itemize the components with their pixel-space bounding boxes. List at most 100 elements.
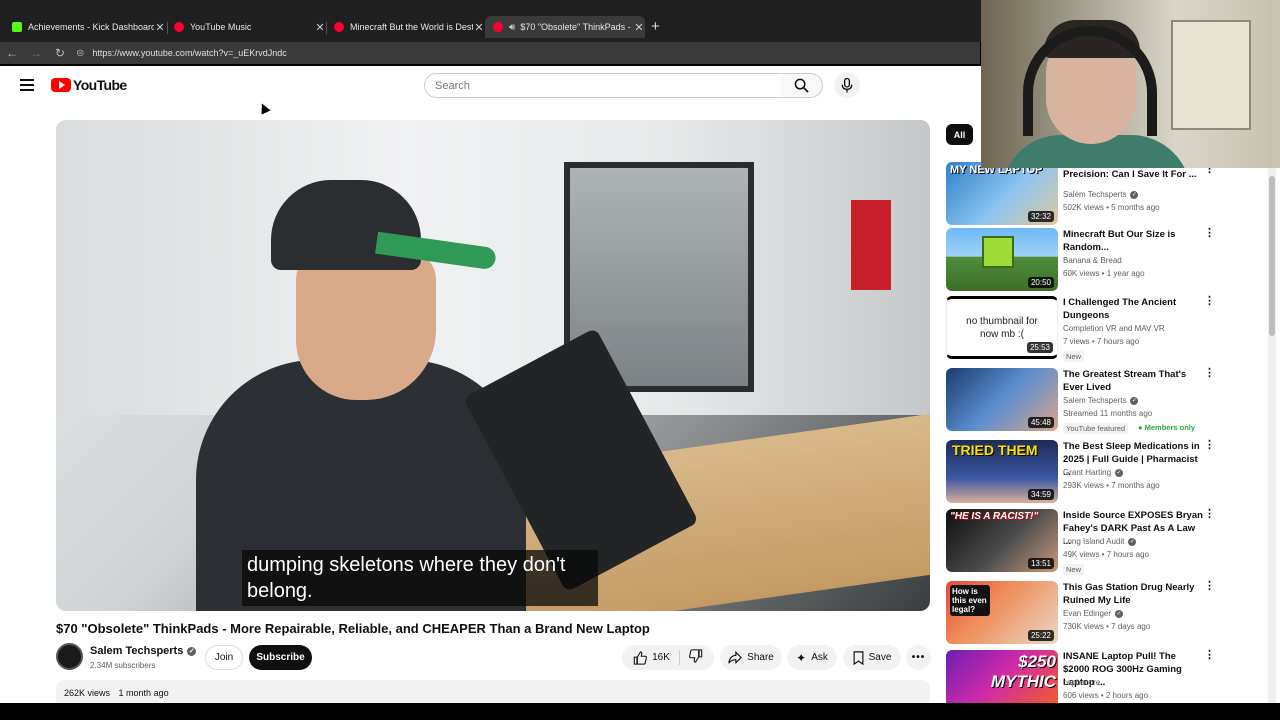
channel-name[interactable]: Salem Techsperts ✓ — [1063, 190, 1139, 199]
speaker-icon[interactable]: 🔊︎ — [509, 22, 515, 33]
list-item[interactable]: "HE IS A RACIST!" 13:51 Inside Source EX… — [946, 509, 1272, 575]
video-thumbnail[interactable]: 45:48 — [946, 368, 1058, 431]
search-icon — [794, 78, 809, 93]
tab-title: Minecraft But the World is Destru — [350, 22, 473, 32]
browser-tab-thinkpads[interactable]: 🔊︎ $70 "Obsolete" ThinkPads - M ✕ — [485, 16, 645, 38]
video-frame-panel — [851, 200, 891, 290]
close-icon[interactable]: ✕ — [633, 21, 645, 34]
new-badge: New — [1063, 564, 1085, 575]
channel-avatar[interactable] — [56, 643, 83, 670]
channel-name[interactable]: Grant Harting ✓ — [1063, 468, 1124, 477]
members-only-badge: ● Members only — [1138, 423, 1196, 432]
verified-icon: ✓ — [1130, 396, 1139, 405]
like-button[interactable]: 16K — [633, 650, 670, 665]
list-item[interactable]: MY NEW LAPTOP 32:32 Precision: Can I Sav… — [946, 162, 1272, 226]
thumbnail-text: "HE IS A RACIST!" — [950, 511, 1039, 522]
reload-icon[interactable]: ↻ — [48, 46, 72, 60]
video-thumbnail[interactable]: 20:50 — [946, 228, 1058, 291]
list-item[interactable]: TRIED THEM 34:59 The Best Sleep Medicati… — [946, 440, 1272, 504]
more-vertical-icon[interactable]: ⋮ — [1204, 440, 1215, 451]
more-vertical-icon[interactable]: ⋮ — [1204, 581, 1215, 592]
bookmark-icon — [853, 650, 864, 665]
description-box[interactable]: 262K views 1 month ago — [56, 680, 930, 703]
ask-button[interactable]: ✦ Ask — [787, 645, 837, 670]
share-button[interactable]: Share — [720, 645, 782, 670]
channel-name[interactable]: Salem Techsperts ✓ — [1063, 396, 1139, 405]
subscribe-button[interactable]: Subscribe — [249, 645, 312, 670]
channel-name-text: Salem Techsperts — [1063, 396, 1127, 405]
video-duration: 20:50 — [1027, 277, 1054, 288]
thumbnail-text: How is this even legal? — [950, 585, 990, 616]
browser-tab-youtube-music[interactable]: YouTube Music ✕ — [166, 16, 326, 38]
sparkle-icon: ✦ — [796, 650, 807, 665]
close-icon[interactable]: ✕ — [473, 21, 485, 34]
new-badge: New — [1063, 351, 1085, 362]
channel-name[interactable]: Salem Techsperts ✓ — [90, 645, 197, 657]
more-vertical-icon[interactable]: ⋮ — [1204, 509, 1215, 520]
more-actions-button[interactable]: ••• — [906, 645, 931, 670]
channel-name[interactable]: Banana & Bread — [1063, 256, 1122, 265]
video-thumbnail[interactable]: MY NEW LAPTOP 32:32 — [946, 162, 1058, 225]
close-icon[interactable]: ✕ — [314, 21, 326, 34]
video-meta: Streamed 11 months ago — [1063, 409, 1153, 418]
channel-name-text: Grant Harting — [1063, 468, 1112, 477]
channel-name-text: cephacore — [1063, 678, 1101, 687]
sidebar-scrollbar[interactable] — [1268, 168, 1276, 703]
list-item[interactable]: no thumbnail for now mb :( 25:53 I Chall… — [946, 296, 1272, 362]
channel-name-text: Evan Edinger — [1063, 609, 1112, 618]
verified-icon: ✓ — [1115, 609, 1124, 618]
voice-search-button[interactable] — [834, 72, 860, 98]
video-caption: dumping skeletons where they don't belon… — [242, 550, 598, 606]
video-duration: 45:48 — [1027, 417, 1054, 428]
youtube-music-icon — [174, 22, 184, 32]
more-vertical-icon[interactable]: ⋮ — [1204, 650, 1215, 661]
channel-name-text: Completion VR and MAV VR — [1063, 324, 1165, 333]
channel-name[interactable]: Long Island Audit ✓ — [1063, 537, 1137, 546]
video-title: The Greatest Stream That's Ever Lived — [1063, 369, 1187, 393]
more-vertical-icon[interactable]: ⋮ — [1204, 228, 1215, 239]
more-vertical-icon[interactable]: ⋮ — [1204, 296, 1215, 307]
video-duration: 25:22 — [1027, 630, 1054, 641]
video-player[interactable]: dumping skeletons where they don't belon… — [56, 120, 930, 611]
site-info-icon[interactable]: ⊜ — [76, 48, 84, 59]
more-vertical-icon[interactable]: ⋮ — [1204, 368, 1215, 379]
channel-name[interactable]: Completion VR and MAV VR — [1063, 324, 1165, 333]
new-tab-button[interactable]: + — [651, 18, 660, 35]
youtube-logo[interactable]: YouTube — [51, 77, 127, 93]
filter-chip-all[interactable]: All — [946, 124, 973, 145]
search-input[interactable]: Search — [424, 73, 782, 98]
dislike-button[interactable] — [688, 649, 703, 666]
list-item[interactable]: How is this even legal? 25:22 This Gas S… — [946, 581, 1272, 645]
url-field[interactable]: ⊜ https://www.youtube.com/watch?v=_uEKrv… — [76, 44, 972, 62]
forward-icon[interactable]: → — [24, 46, 48, 60]
video-title: Precision: Can I Save It For ... — [1063, 169, 1197, 180]
browser-tab-kick[interactable]: Achievements - Kick Dashboard ✕ — [4, 16, 166, 38]
list-item[interactable]: 45:48 The Greatest Stream That's Ever Li… — [946, 368, 1272, 434]
save-button[interactable]: Save — [843, 645, 901, 670]
close-icon[interactable]: ✕ — [154, 21, 166, 34]
video-thumbnail[interactable]: no thumbnail for now mb :( 25:53 — [946, 296, 1058, 359]
scrollbar-thumb[interactable] — [1269, 176, 1275, 336]
video-thumbnail[interactable]: "HE IS A RACIST!" 13:51 — [946, 509, 1058, 572]
back-icon[interactable]: ← — [0, 46, 24, 60]
save-label: Save — [868, 652, 892, 663]
ask-label: Ask — [811, 652, 828, 663]
video-meta: 60K views • 1 year ago — [1063, 269, 1145, 278]
video-thumbnail[interactable]: $250 MYTHIC — [946, 650, 1058, 703]
video-meta: 606 views • 2 hours ago — [1063, 691, 1149, 700]
video-thumbnail[interactable]: How is this even legal? 25:22 — [946, 581, 1058, 644]
video-thumbnail[interactable]: TRIED THEM 34:59 — [946, 440, 1058, 503]
channel-name[interactable]: cephacore — [1063, 678, 1100, 687]
logo-text: YouTube — [73, 77, 127, 93]
list-item[interactable]: $250 MYTHIC INSANE Laptop Pull! The $200… — [946, 650, 1272, 703]
hamburger-menu-icon[interactable] — [20, 79, 34, 91]
channel-name[interactable]: Evan Edinger ✓ — [1063, 609, 1124, 618]
browser-tab-minecraft[interactable]: Minecraft But the World is Destru ✕ — [326, 16, 485, 38]
tab-title: Achievements - Kick Dashboard — [28, 22, 154, 32]
list-item[interactable]: 20:50 Minecraft But Our Size is Random..… — [946, 228, 1272, 292]
like-count: 16K — [652, 652, 670, 663]
search-button[interactable] — [781, 73, 823, 98]
subscriber-count: 2.34M subscribers — [90, 661, 156, 670]
join-button[interactable]: Join — [205, 645, 243, 670]
address-bar: ← → ↻ ⊜ https://www.youtube.com/watch?v=… — [0, 42, 980, 64]
